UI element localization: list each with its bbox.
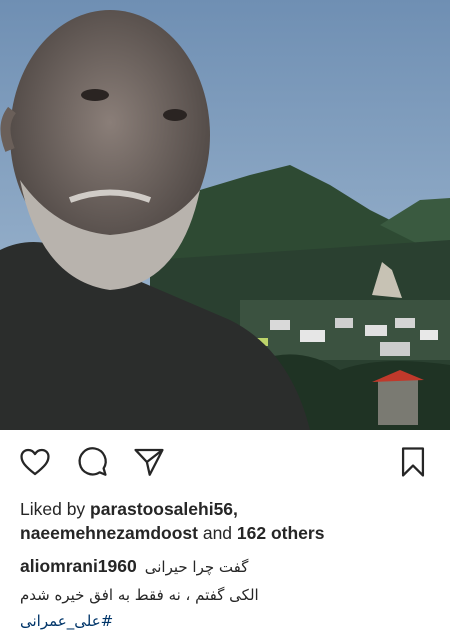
heart-icon (20, 448, 50, 476)
like-button[interactable] (18, 445, 54, 481)
liker-link[interactable]: naeemehnezamdoost (20, 523, 198, 543)
caption-line-2: الکی گفتم ، نه فقط به افق خیره شدم (20, 586, 259, 604)
likes-others-link[interactable]: 162 others (237, 523, 325, 543)
comment-button[interactable] (75, 445, 111, 481)
comment-icon (78, 447, 107, 476)
bookmark-icon (401, 447, 425, 477)
liker-link[interactable]: parastoosalehi56, (90, 499, 238, 519)
save-button[interactable] (396, 445, 432, 481)
share-icon (134, 448, 164, 476)
liked-by-prefix: Liked by (20, 499, 91, 519)
likes-summary: Liked by parastoosalehi56, naeemehnezamd… (20, 497, 430, 545)
likes-connector: and (197, 523, 237, 543)
post-photo[interactable] (0, 0, 450, 430)
caption-username[interactable]: aliomrani1960 (20, 553, 137, 579)
caption-line-1: گفت چرا حیرانی (144, 558, 249, 576)
action-bar (18, 445, 432, 481)
share-button[interactable] (132, 445, 168, 481)
post-caption: aliomrani1960 گفت چرا حیرانی الکی گفتم ،… (20, 553, 430, 634)
caption-hashtag[interactable]: #علی_عمرانی (20, 608, 430, 634)
selfie-photo (0, 0, 450, 430)
